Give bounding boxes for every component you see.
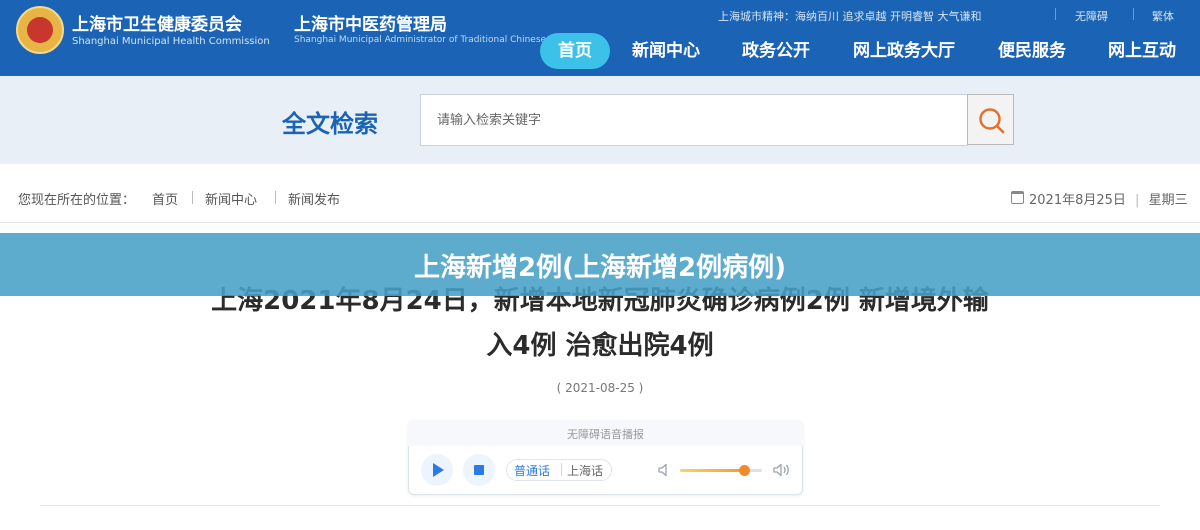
lang-mandarin-option[interactable]: 普通话 (514, 462, 550, 479)
stop-button[interactable] (463, 454, 495, 486)
nav-home[interactable]: 首页 (540, 33, 610, 69)
volume-slider-knob[interactable] (739, 465, 750, 476)
org2-name[interactable]: 上海市中医药管理局 (294, 10, 447, 35)
breadcrumb-divider (0, 222, 1200, 223)
org1-name[interactable]: 上海市卫生健康委员会 (72, 10, 242, 35)
nav-online-interaction[interactable]: 网上互动 (1098, 33, 1186, 69)
bottom-divider (40, 505, 1160, 506)
nav-news-center[interactable]: 新闻中心 (622, 33, 710, 69)
audio-player-caption: 无障碍语音播报 (567, 428, 644, 441)
emblem-center (27, 17, 53, 43)
lang-separator (561, 463, 562, 476)
breadcrumb-news-release[interactable]: 新闻发布 (288, 189, 340, 208)
shanghai-emblem-logo[interactable] (16, 6, 64, 54)
play-button[interactable] (421, 454, 453, 486)
volume-slider-fill (680, 469, 744, 472)
breadcrumb-separator (275, 191, 276, 204)
breadcrumb-prefix: 您现在所在的位置： (18, 193, 136, 208)
nav-online-service-hall[interactable]: 网上政务大厅 (842, 33, 966, 69)
city-spirit-text: 上海城市精神：海纳百川 追求卓越 开明睿智 大气谦和 (718, 10, 982, 23)
accessibility-link[interactable]: 无障碍 (1075, 8, 1108, 24)
volume-high-icon[interactable] (773, 462, 791, 478)
search-button[interactable] (967, 94, 1014, 145)
current-date: 2021年8月25日 | 星期三 (1029, 189, 1188, 208)
breadcrumb-news-center[interactable]: 新闻中心 (205, 189, 257, 208)
nav-public-services[interactable]: 便民服务 (988, 33, 1076, 69)
org1-english-name: Shanghai Municipal Health Commission (72, 36, 270, 47)
traditional-chinese-link[interactable]: 繁体 (1152, 8, 1174, 24)
play-icon (433, 463, 444, 477)
lang-shanghainese-option[interactable]: 上海话 (567, 462, 603, 479)
search-input[interactable] (420, 94, 968, 146)
nav-government-affairs[interactable]: 政务公开 (732, 33, 820, 69)
search-icon (979, 108, 1005, 134)
breadcrumb-home[interactable]: 首页 (152, 189, 178, 208)
publish-date: ( 2021-08-25 ) (556, 381, 644, 395)
date-separator: | (1135, 193, 1140, 208)
stop-icon (474, 465, 484, 475)
current-weekday: 星期三 (1148, 193, 1188, 208)
current-date-text: 2021年8月25日 (1029, 193, 1126, 208)
util-divider (1055, 8, 1056, 20)
volume-low-icon[interactable] (657, 462, 673, 478)
breadcrumb-separator (192, 191, 193, 204)
overlay-title: 上海新增2例(上海新增2例病例) (414, 253, 786, 283)
org2-english-name: Shanghai Municipal Administrator of Trad… (294, 35, 590, 45)
calendar-icon (1011, 191, 1024, 204)
util-divider (1133, 8, 1134, 20)
search-title: 全文检索 (282, 110, 378, 138)
article-headline-line2: 入4例 治愈出院4例 (486, 331, 714, 361)
